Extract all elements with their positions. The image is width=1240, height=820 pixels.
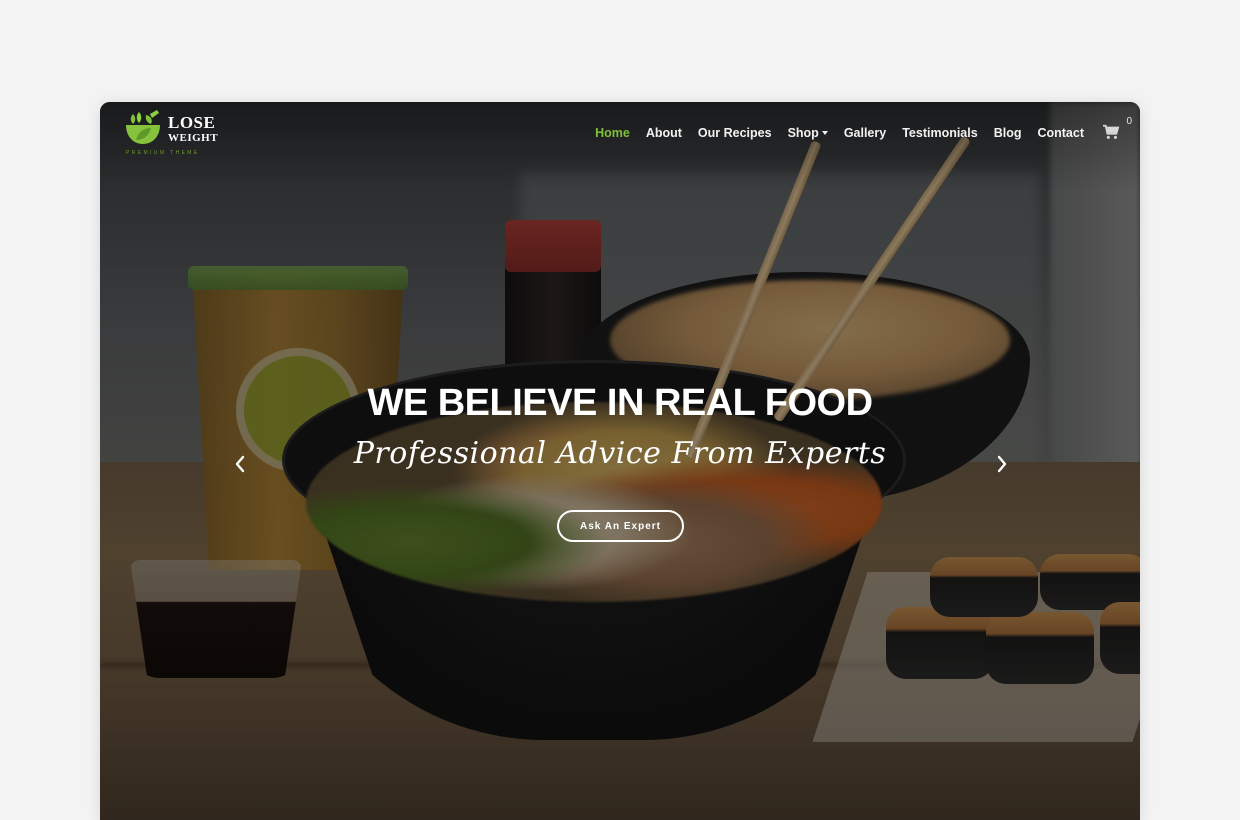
logo-line1: LOSE: [168, 113, 216, 132]
nav-contact[interactable]: Contact: [1037, 126, 1084, 140]
slider-prev-button[interactable]: [228, 452, 252, 476]
logo-tagline: PREMIUM THEME: [126, 150, 200, 156]
nav-shop[interactable]: Shop: [788, 126, 828, 140]
nav-home[interactable]: Home: [595, 126, 630, 140]
slider-next-button[interactable]: [990, 452, 1014, 476]
hero-subheadline: Professional Advice From Experts: [353, 436, 887, 471]
logo-line2: WEIGHT: [168, 132, 219, 144]
nav-gallery[interactable]: Gallery: [844, 126, 886, 140]
mortar-leaf-icon: [126, 110, 160, 144]
nav-our-recipes[interactable]: Our Recipes: [698, 126, 772, 140]
main-navigation: Home About Our Recipes Shop Gallery Test…: [579, 116, 1132, 142]
logo-wordmark: LOSE WEIGHT: [168, 114, 218, 144]
ask-an-expert-button[interactable]: Ask An Expert: [557, 510, 684, 542]
site-header: LOSE WEIGHT PREMIUM THEME Home About Our…: [100, 102, 1140, 162]
cart-count-badge: 0: [1126, 116, 1132, 127]
site-logo[interactable]: LOSE WEIGHT PREMIUM THEME: [124, 108, 224, 156]
caret-down-icon: [821, 131, 828, 135]
cart-icon: [1103, 124, 1120, 139]
chevron-left-icon: [235, 455, 245, 473]
nav-testimonials[interactable]: Testimonials: [902, 126, 977, 140]
nav-shop-label: Shop: [787, 126, 819, 140]
hero-headline: WE BELIEVE IN REAL FOOD: [367, 382, 873, 424]
nav-blog[interactable]: Blog: [994, 126, 1022, 140]
cart-button[interactable]: 0: [1102, 116, 1132, 142]
website-preview-card: LOSE WEIGHT PREMIUM THEME Home About Our…: [100, 102, 1140, 820]
chevron-right-icon: [997, 455, 1007, 473]
nav-about[interactable]: About: [646, 126, 682, 140]
